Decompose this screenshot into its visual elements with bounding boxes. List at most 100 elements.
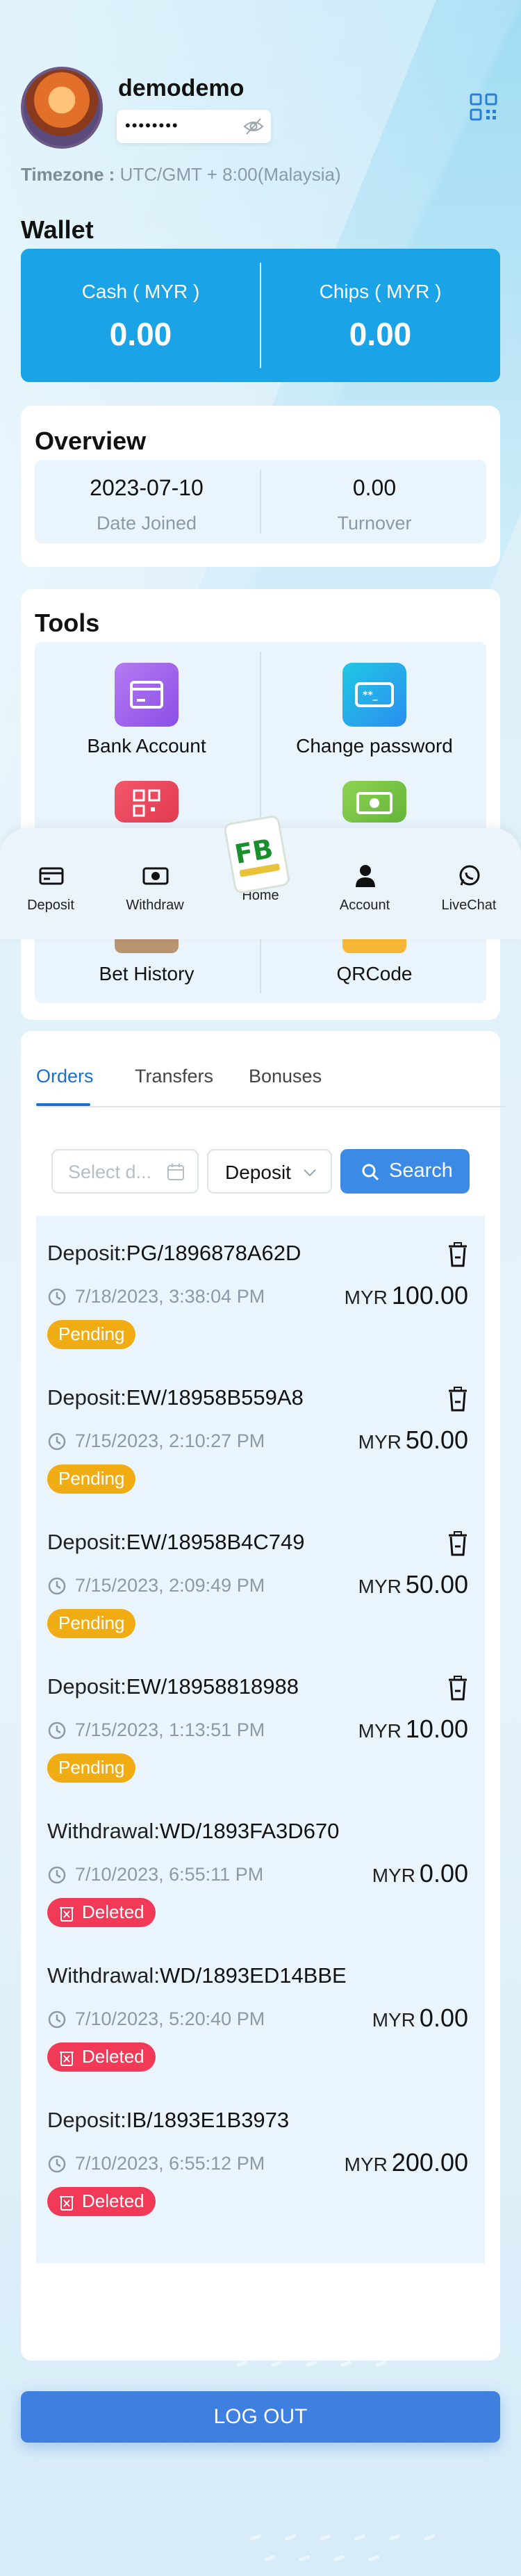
password-mask: •••••••• — [125, 117, 179, 134]
order-id: IB/1893E1B3973 — [126, 2108, 290, 2132]
order-currency: MYR — [358, 1431, 402, 1453]
order-row[interactable]: Deposit:EW/18958B4C749 7/15/2023, 2:09:4… — [47, 1530, 478, 1669]
tool-qr-partial[interactable] — [35, 781, 258, 823]
order-title: Deposit:EW/18958818988 — [47, 1674, 299, 1699]
order-type: Deposit: — [47, 1385, 126, 1410]
order-amount-value: 10.00 — [405, 1715, 468, 1743]
order-date: 7/15/2023, 1:13:51 PM — [75, 1719, 265, 1740]
search-label: Search — [389, 1159, 453, 1182]
order-row[interactable]: Deposit:EW/18958B559A8 7/15/2023, 2:10:2… — [47, 1385, 478, 1524]
order-id: EW/18958B4C749 — [126, 1530, 305, 1554]
tab-bonuses[interactable]: Bonuses — [249, 1066, 322, 1087]
tool-label: Change password — [296, 735, 453, 757]
tab-transfers[interactable]: Transfers — [135, 1066, 213, 1087]
deposit-icon — [39, 867, 64, 885]
order-amount-value: 200.00 — [391, 2148, 468, 2177]
status-text: Deleted — [82, 2190, 144, 2211]
cash-label: Cash ( MYR ) — [81, 281, 200, 302]
order-id: PG/1896878A62D — [126, 1241, 301, 1265]
tabs-divider — [36, 1106, 506, 1107]
tool-bet-history[interactable]: Bet History — [35, 938, 258, 993]
type-select[interactable]: Deposit — [207, 1149, 332, 1194]
status-text: Pending — [58, 1612, 125, 1633]
order-amount: MYR 0.00 — [372, 1859, 468, 1888]
qrcode-scan-icon[interactable] — [470, 93, 497, 121]
tool-change-password[interactable]: **_ Change password — [263, 663, 486, 767]
tool-cash-partial[interactable] — [263, 781, 486, 823]
livechat-icon — [459, 865, 480, 886]
password-icon: **_ — [342, 663, 406, 727]
order-title: Deposit:PG/1896878A62D — [47, 1241, 301, 1266]
status-text: Pending — [58, 1757, 125, 1778]
order-amount-value: 0.00 — [419, 2004, 468, 2032]
deleted-icon — [60, 1907, 74, 1922]
nav-label: Withdraw — [126, 898, 184, 913]
clock-icon — [48, 1288, 66, 1306]
status-badge: Pending — [47, 1753, 136, 1783]
date-joined: 2023-07-10 Date Joined — [35, 460, 258, 543]
clock-icon — [48, 2011, 66, 2029]
overview-divider — [260, 470, 261, 534]
username: demodemo — [118, 75, 245, 101]
order-id: WD/1893ED14BBE — [159, 1963, 347, 1988]
order-id: EW/18958818988 — [126, 1674, 299, 1699]
order-title: Withdrawal:WD/1893FA3D670 — [47, 1819, 339, 1844]
order-currency: MYR — [344, 1287, 388, 1308]
status-badge: Deleted — [47, 2042, 156, 2072]
date-joined-label: Date Joined — [96, 513, 197, 534]
order-row[interactable]: Withdrawal:WD/1893FA3D670 7/10/2023, 6:5… — [47, 1819, 478, 1958]
wallet-title: Wallet — [21, 215, 94, 244]
tools-title: Tools — [35, 609, 100, 637]
tool-qrcode[interactable]: QRCode — [263, 938, 486, 993]
status-text: Deleted — [82, 2046, 144, 2067]
deleted-icon — [60, 2196, 74, 2211]
filter-bar: Select d... Deposit Search — [43, 1134, 482, 1207]
timezone-label: Timezone : — [21, 164, 115, 185]
tool-bank-account[interactable]: Bank Account — [35, 663, 258, 767]
eye-hidden-icon[interactable] — [243, 117, 264, 136]
order-amount: MYR 50.00 — [358, 1570, 468, 1599]
order-amount: MYR 10.00 — [358, 1715, 468, 1744]
order-title: Deposit:EW/18958B559A8 — [47, 1385, 304, 1410]
clock-icon — [48, 1433, 66, 1451]
order-date: 7/10/2023, 5:20:40 PM — [75, 2008, 265, 2029]
order-row[interactable]: Deposit:EW/18958818988 7/15/2023, 1:13:5… — [47, 1674, 478, 1813]
date-joined-value: 2023-07-10 — [90, 475, 204, 500]
status-badge: Pending — [47, 1609, 136, 1638]
order-row[interactable]: Withdrawal:WD/1893ED14BBE 7/10/2023, 5:2… — [47, 1963, 478, 2102]
trash-icon[interactable] — [447, 1242, 468, 1267]
order-row[interactable]: Deposit:PG/1896878A62D 7/18/2023, 3:38:0… — [47, 1241, 478, 1380]
orders-list: Deposit:PG/1896878A62D 7/18/2023, 3:38:0… — [36, 1216, 485, 2263]
nav-label: Deposit — [27, 898, 74, 913]
bet-history-icon — [115, 939, 179, 953]
status-badge: Pending — [47, 1320, 136, 1349]
order-type: Deposit: — [47, 1241, 126, 1265]
order-date: 7/15/2023, 2:10:27 PM — [75, 1430, 265, 1451]
order-amount: MYR 200.00 — [345, 2148, 468, 2177]
profile-page: demodemo •••••••• Timezone : UTC/GMT + 8… — [0, 0, 521, 2576]
password-display: •••••••• — [117, 110, 271, 143]
trash-icon[interactable] — [447, 1676, 468, 1701]
chips-label: Chips ( MYR ) — [319, 281, 442, 302]
nav-label: LiveChat — [441, 898, 497, 913]
order-row[interactable]: Deposit:IB/1893E1B3973 7/10/2023, 6:55:1… — [47, 2108, 478, 2247]
wallet-card: Cash ( MYR ) 0.00 Chips ( MYR ) 0.00 — [21, 249, 500, 382]
order-type: Deposit: — [47, 1674, 126, 1699]
status-badge: Pending — [47, 1464, 136, 1494]
account-icon — [356, 865, 375, 887]
order-amount-value: 50.00 — [405, 1426, 468, 1454]
order-type: Deposit: — [47, 2108, 126, 2132]
withdraw-icon — [142, 867, 169, 885]
order-amount: MYR 100.00 — [345, 1281, 468, 1310]
status-badge: Deleted — [47, 2187, 156, 2216]
search-button[interactable]: Search — [340, 1149, 470, 1194]
trash-icon[interactable] — [447, 1387, 468, 1412]
calendar-icon — [167, 1164, 184, 1180]
logout-button[interactable]: LOG OUT — [21, 2391, 500, 2443]
avatar[interactable] — [21, 67, 103, 149]
trash-icon[interactable] — [447, 1531, 468, 1556]
tab-orders[interactable]: Orders — [36, 1066, 94, 1087]
deleted-icon — [60, 2051, 74, 2066]
date-picker-input[interactable]: Select d... — [51, 1149, 199, 1194]
order-date: 7/10/2023, 6:55:11 PM — [75, 1864, 264, 1885]
